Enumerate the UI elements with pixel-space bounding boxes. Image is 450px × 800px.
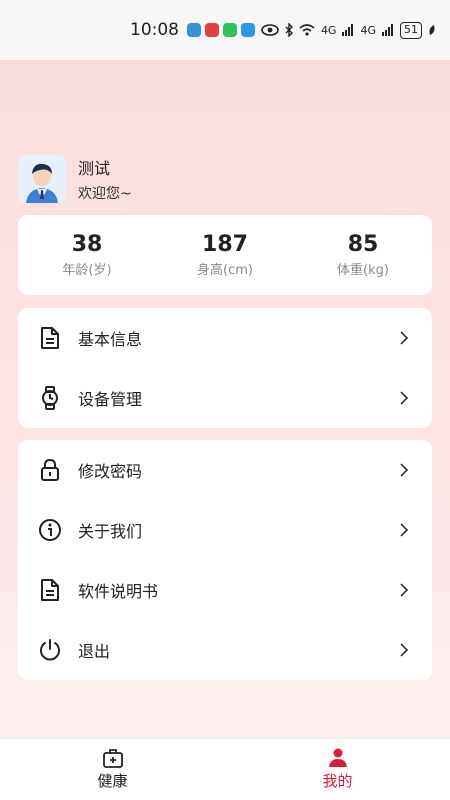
- document-icon: [38, 578, 62, 602]
- stat-weight: 85 体重(kg): [303, 232, 423, 278]
- menu-item-basic-info[interactable]: 基本信息: [18, 308, 432, 368]
- menu-item-label: 软件说明书: [78, 582, 159, 601]
- stat-height: 187 身高(cm): [165, 232, 285, 278]
- signal-icon: [382, 24, 393, 36]
- bottom-tab-bar: 健康 我的: [0, 738, 450, 800]
- wechat-notification-icon: [223, 23, 237, 37]
- chevron-right-icon: [400, 523, 409, 537]
- stat-value: 187: [202, 232, 248, 257]
- welcome-text: 欢迎您~: [78, 186, 132, 202]
- watch-icon: [38, 386, 62, 410]
- info-icon: [38, 518, 62, 542]
- menu-item-label: 退出: [78, 642, 111, 661]
- chevron-right-icon: [400, 583, 409, 597]
- avatar[interactable]: [18, 155, 66, 203]
- stat-label: 体重(kg): [337, 263, 389, 278]
- user-profile[interactable]: 测试 欢迎您~: [18, 155, 132, 203]
- status-right: 4G 4G 51: [261, 21, 436, 39]
- app-notification-icon: [187, 23, 201, 37]
- menu-item-logout[interactable]: 退出: [18, 620, 432, 680]
- stat-label: 年龄(岁): [62, 263, 112, 278]
- menu-item-label: 关于我们: [78, 522, 143, 541]
- stat-value: 38: [71, 232, 103, 257]
- stat-label: 身高(cm): [197, 263, 253, 278]
- leaf-icon: [429, 25, 435, 35]
- battery-level: 51: [400, 21, 422, 39]
- person-icon: [328, 748, 347, 767]
- profile-texts: 测试 欢迎您~: [78, 155, 132, 203]
- wifi-icon: [299, 24, 315, 36]
- message-notification-icon: [241, 23, 255, 37]
- menu-item-label: 设备管理: [78, 390, 143, 409]
- mail-notification-icon: [205, 23, 219, 37]
- tab-health[interactable]: 健康: [0, 739, 225, 800]
- stat-value: 85: [347, 232, 379, 257]
- chevron-right-icon: [400, 331, 409, 345]
- menu-group-2: 修改密码 关于我们 软件说明书 退出: [18, 440, 432, 680]
- menu-item-software-manual[interactable]: 软件说明书: [18, 560, 432, 620]
- network-type-label: 4G: [360, 23, 376, 37]
- menu-group-1: 基本信息 设备管理: [18, 308, 432, 428]
- chevron-right-icon: [400, 463, 409, 477]
- avatar-person-icon: [18, 155, 66, 203]
- menu-item-about-us[interactable]: 关于我们: [18, 500, 432, 560]
- bluetooth-icon: [285, 23, 293, 37]
- power-icon: [38, 638, 62, 662]
- menu-item-label: 基本信息: [78, 330, 143, 349]
- eye-icon: [261, 24, 279, 36]
- tab-mine[interactable]: 我的: [225, 739, 450, 800]
- medical-kit-icon: [102, 749, 123, 768]
- status-bar: 10:08 4G 4G 51: [0, 0, 450, 60]
- menu-item-change-password[interactable]: 修改密码: [18, 440, 432, 500]
- status-left: 10:08: [130, 20, 255, 40]
- tab-label: 健康: [97, 772, 128, 790]
- signal-icon: [342, 24, 354, 36]
- tab-label: 我的: [322, 772, 353, 790]
- chevron-right-icon: [400, 391, 409, 405]
- stat-age: 38 年龄(岁): [27, 232, 147, 278]
- status-time: 10:08: [130, 20, 179, 40]
- document-icon: [38, 326, 62, 350]
- chevron-right-icon: [400, 643, 409, 657]
- stats-card: 38 年龄(岁) 187 身高(cm) 85 体重(kg): [18, 215, 432, 295]
- profile-page: 测试 欢迎您~ 38 年龄(岁) 187 身高(cm) 85 体重(kg) 基本…: [0, 60, 450, 738]
- network-type-label: 4G: [320, 23, 337, 37]
- lock-icon: [38, 458, 62, 482]
- user-name: 测试: [78, 159, 111, 178]
- menu-item-label: 修改密码: [78, 462, 143, 481]
- menu-item-device-management[interactable]: 设备管理: [18, 368, 432, 428]
